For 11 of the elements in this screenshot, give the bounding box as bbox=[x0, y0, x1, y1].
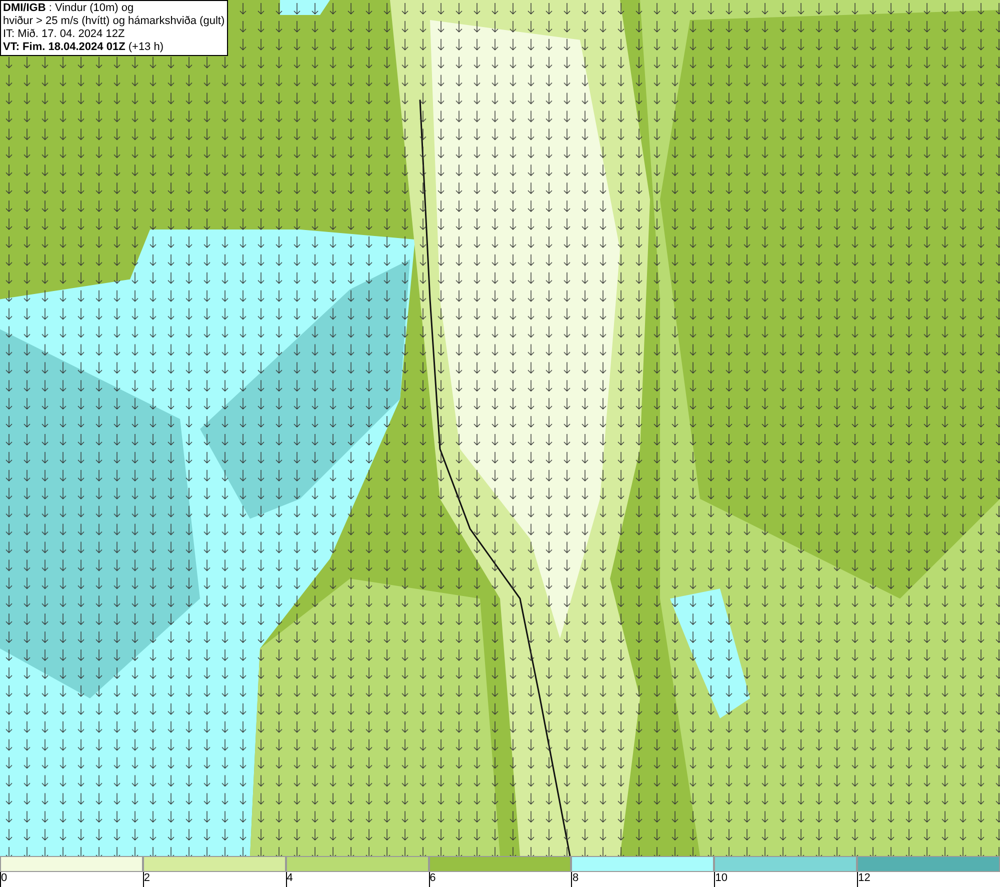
legend-label: 10 bbox=[715, 872, 728, 885]
legend-label: 2 bbox=[144, 872, 150, 885]
legend-label: 0 bbox=[1, 872, 8, 885]
caption-line: IT: Mið. 17. 04. 2024 12Z bbox=[3, 28, 126, 41]
caption-line: VT: Fim. 18.04.2024 01Z (+13 h) bbox=[3, 41, 165, 54]
legend-label: 4 bbox=[286, 872, 293, 885]
caption-line: hviður > 25 m/s (hvítt) og hámarkshviða (gult) bbox=[3, 15, 225, 28]
legend-label: 6 bbox=[430, 872, 436, 885]
legend-label: 8 bbox=[572, 872, 579, 885]
legend-label: 12 bbox=[858, 872, 870, 885]
caption-line: DMI/IGB : Vindur (10m) og bbox=[3, 2, 135, 15]
